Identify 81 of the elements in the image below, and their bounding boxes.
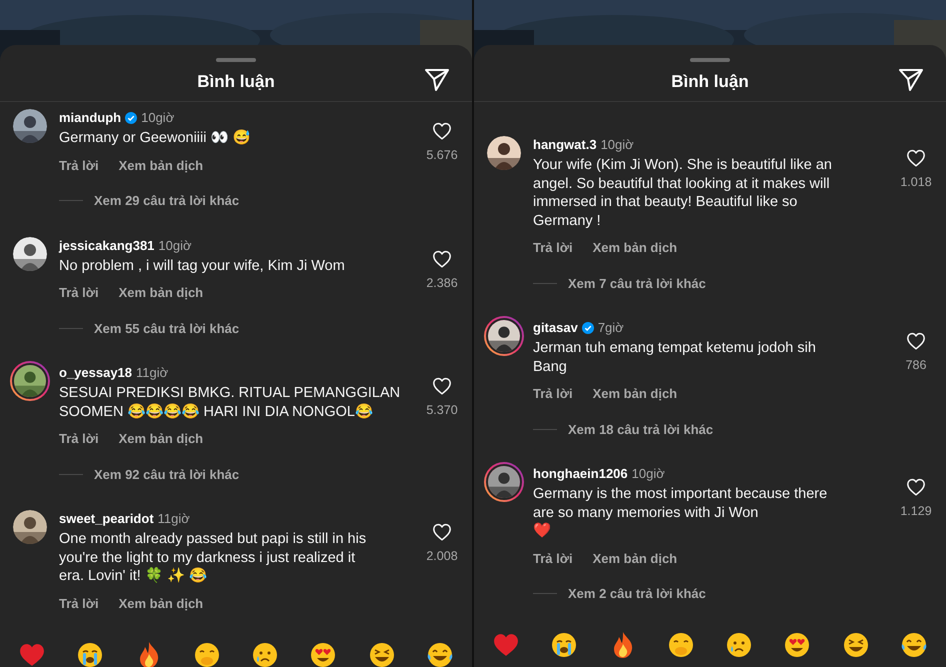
- comment-text: Germany is the most important because there: [533, 485, 828, 504]
- heart-icon[interactable]: [432, 250, 452, 268]
- heart-icon[interactable]: [906, 149, 926, 167]
- fire-icon[interactable]: [612, 631, 634, 659]
- comment-text: No problem , i will tag your wife, Kim Ji Wom: [59, 256, 346, 275]
- reply-link[interactable]: Trả lời: [59, 283, 99, 302]
- reply-link[interactable]: Trả lời: [59, 594, 99, 613]
- view-replies-link[interactable]: Xem 55 câu trả lời khác: [94, 318, 240, 338]
- comment-text: SESUAI PREDIKSI BMKG. RITUAL PEMANGGILAN: [59, 384, 402, 402]
- fire-icon[interactable]: [138, 640, 160, 667]
- comment-time: 10giờ: [158, 236, 192, 255]
- drag-handle[interactable]: [690, 58, 730, 62]
- translate-link[interactable]: Xem bản dịch: [592, 238, 678, 258]
- like-count: 2.386: [426, 274, 458, 292]
- tears-of-joy-face-icon[interactable]: [426, 642, 453, 667]
- username[interactable]: o_yessay18: [59, 363, 132, 383]
- comment-text: immersed in that beauty! Beautiful like so: [533, 193, 798, 212]
- comment-text: One month already passed but papi is still in his: [59, 530, 368, 548]
- translate-link[interactable]: Xem bản dịch: [592, 548, 678, 568]
- tear-face-icon[interactable]: [252, 642, 278, 667]
- comment-text: SOOMEN 😂😂😂😂 HARI INI DIA NONGOL😂: [59, 402, 374, 421]
- comment-text: era. Lovin' it! 🍀 ✨ 😂: [59, 567, 208, 586]
- comment-text: ❤: [533, 522, 552, 540]
- comment-time: 7giờ: [598, 319, 624, 338]
- drag-handle[interactable]: [216, 58, 256, 62]
- sheet-title: Bình luận: [197, 70, 275, 93]
- comment-time: 11giờ: [158, 510, 190, 528]
- comment-time: 10giờ: [632, 465, 665, 484]
- like-count: 5.370: [426, 402, 458, 419]
- reply-link[interactable]: Trả lời: [533, 548, 573, 568]
- username[interactable]: gitasav: [533, 318, 578, 338]
- comment-text: Bang: [533, 358, 568, 376]
- comment-time: 10giờ: [600, 136, 634, 154]
- crying-face-icon[interactable]: [551, 632, 578, 658]
- view-replies-link[interactable]: Xem 92 câu trả lời khác: [94, 464, 240, 484]
- heart-icon[interactable]: [432, 122, 452, 140]
- laughing-face-icon[interactable]: [368, 642, 395, 667]
- username[interactable]: mianduph: [59, 108, 122, 128]
- view-replies-link[interactable]: Xem 2 câu trả lời khác: [568, 584, 706, 604]
- heart-icon[interactable]: [906, 478, 926, 496]
- comment-time: 11giờ: [136, 364, 168, 382]
- heart-eyes-face-icon[interactable]: [310, 642, 336, 667]
- like-count: 5.676: [426, 147, 458, 164]
- username[interactable]: jessicakang381: [59, 236, 154, 256]
- heart-icon[interactable]: [432, 523, 452, 541]
- heart-icon[interactable]: [432, 377, 452, 395]
- comment-text: Jerman tuh emang tempat ketemu jodoh sih: [533, 339, 817, 358]
- reply-link[interactable]: Trả lời: [59, 429, 99, 448]
- translate-link[interactable]: Xem bản dịch: [118, 156, 204, 175]
- like-count: 2.008: [426, 548, 458, 565]
- comment-text: are so many memories with Ji Won: [533, 504, 760, 522]
- tears-of-joy-face-icon[interactable]: [900, 632, 927, 658]
- reply-link[interactable]: Trả lời: [533, 238, 573, 258]
- translate-link[interactable]: Xem bản dịch: [118, 283, 204, 302]
- comment-text: you're the light to my darkness i just realized it: [59, 548, 356, 567]
- translate-link[interactable]: Xem bản dịch: [118, 594, 204, 613]
- comment-text: Your wife (Kim Ji Won). She is beautiful like an: [533, 156, 833, 174]
- send-icon[interactable]: [898, 68, 924, 92]
- username[interactable]: sweet_pearidot: [59, 509, 154, 529]
- view-replies-link[interactable]: Xem 7 câu trả lời khác: [568, 274, 706, 293]
- heart-eyes-face-icon[interactable]: [784, 632, 810, 658]
- username[interactable]: honghaein1206: [533, 464, 628, 484]
- view-replies-link[interactable]: Xem 29 câu trả lời khác: [94, 191, 240, 210]
- like-count: 786: [906, 357, 926, 374]
- send-icon[interactable]: [424, 68, 450, 92]
- like-count: 1.018: [900, 174, 932, 191]
- view-replies-link[interactable]: Xem 18 câu trả lời khác: [568, 420, 714, 439]
- username[interactable]: hangwat.3: [533, 135, 597, 155]
- heart-icon[interactable]: [906, 332, 926, 350]
- translate-link[interactable]: Xem bản dịch: [118, 429, 204, 448]
- comment-time: 10giờ: [141, 109, 174, 128]
- tear-face-icon[interactable]: [726, 632, 752, 658]
- translate-link[interactable]: Xem bản dịch: [592, 384, 678, 404]
- reply-link[interactable]: Trả lời: [59, 156, 99, 175]
- comment-text: angel. So beautiful that looking at it makes will: [533, 174, 831, 193]
- reply-link[interactable]: Trả lời: [533, 384, 573, 404]
- comment-text: Germany !: [533, 212, 602, 230]
- sheet-title: Bình luận: [671, 70, 749, 93]
- crying-face-icon[interactable]: [77, 642, 104, 667]
- like-count: 1.129: [900, 503, 932, 520]
- laughing-face-icon[interactable]: [842, 632, 869, 658]
